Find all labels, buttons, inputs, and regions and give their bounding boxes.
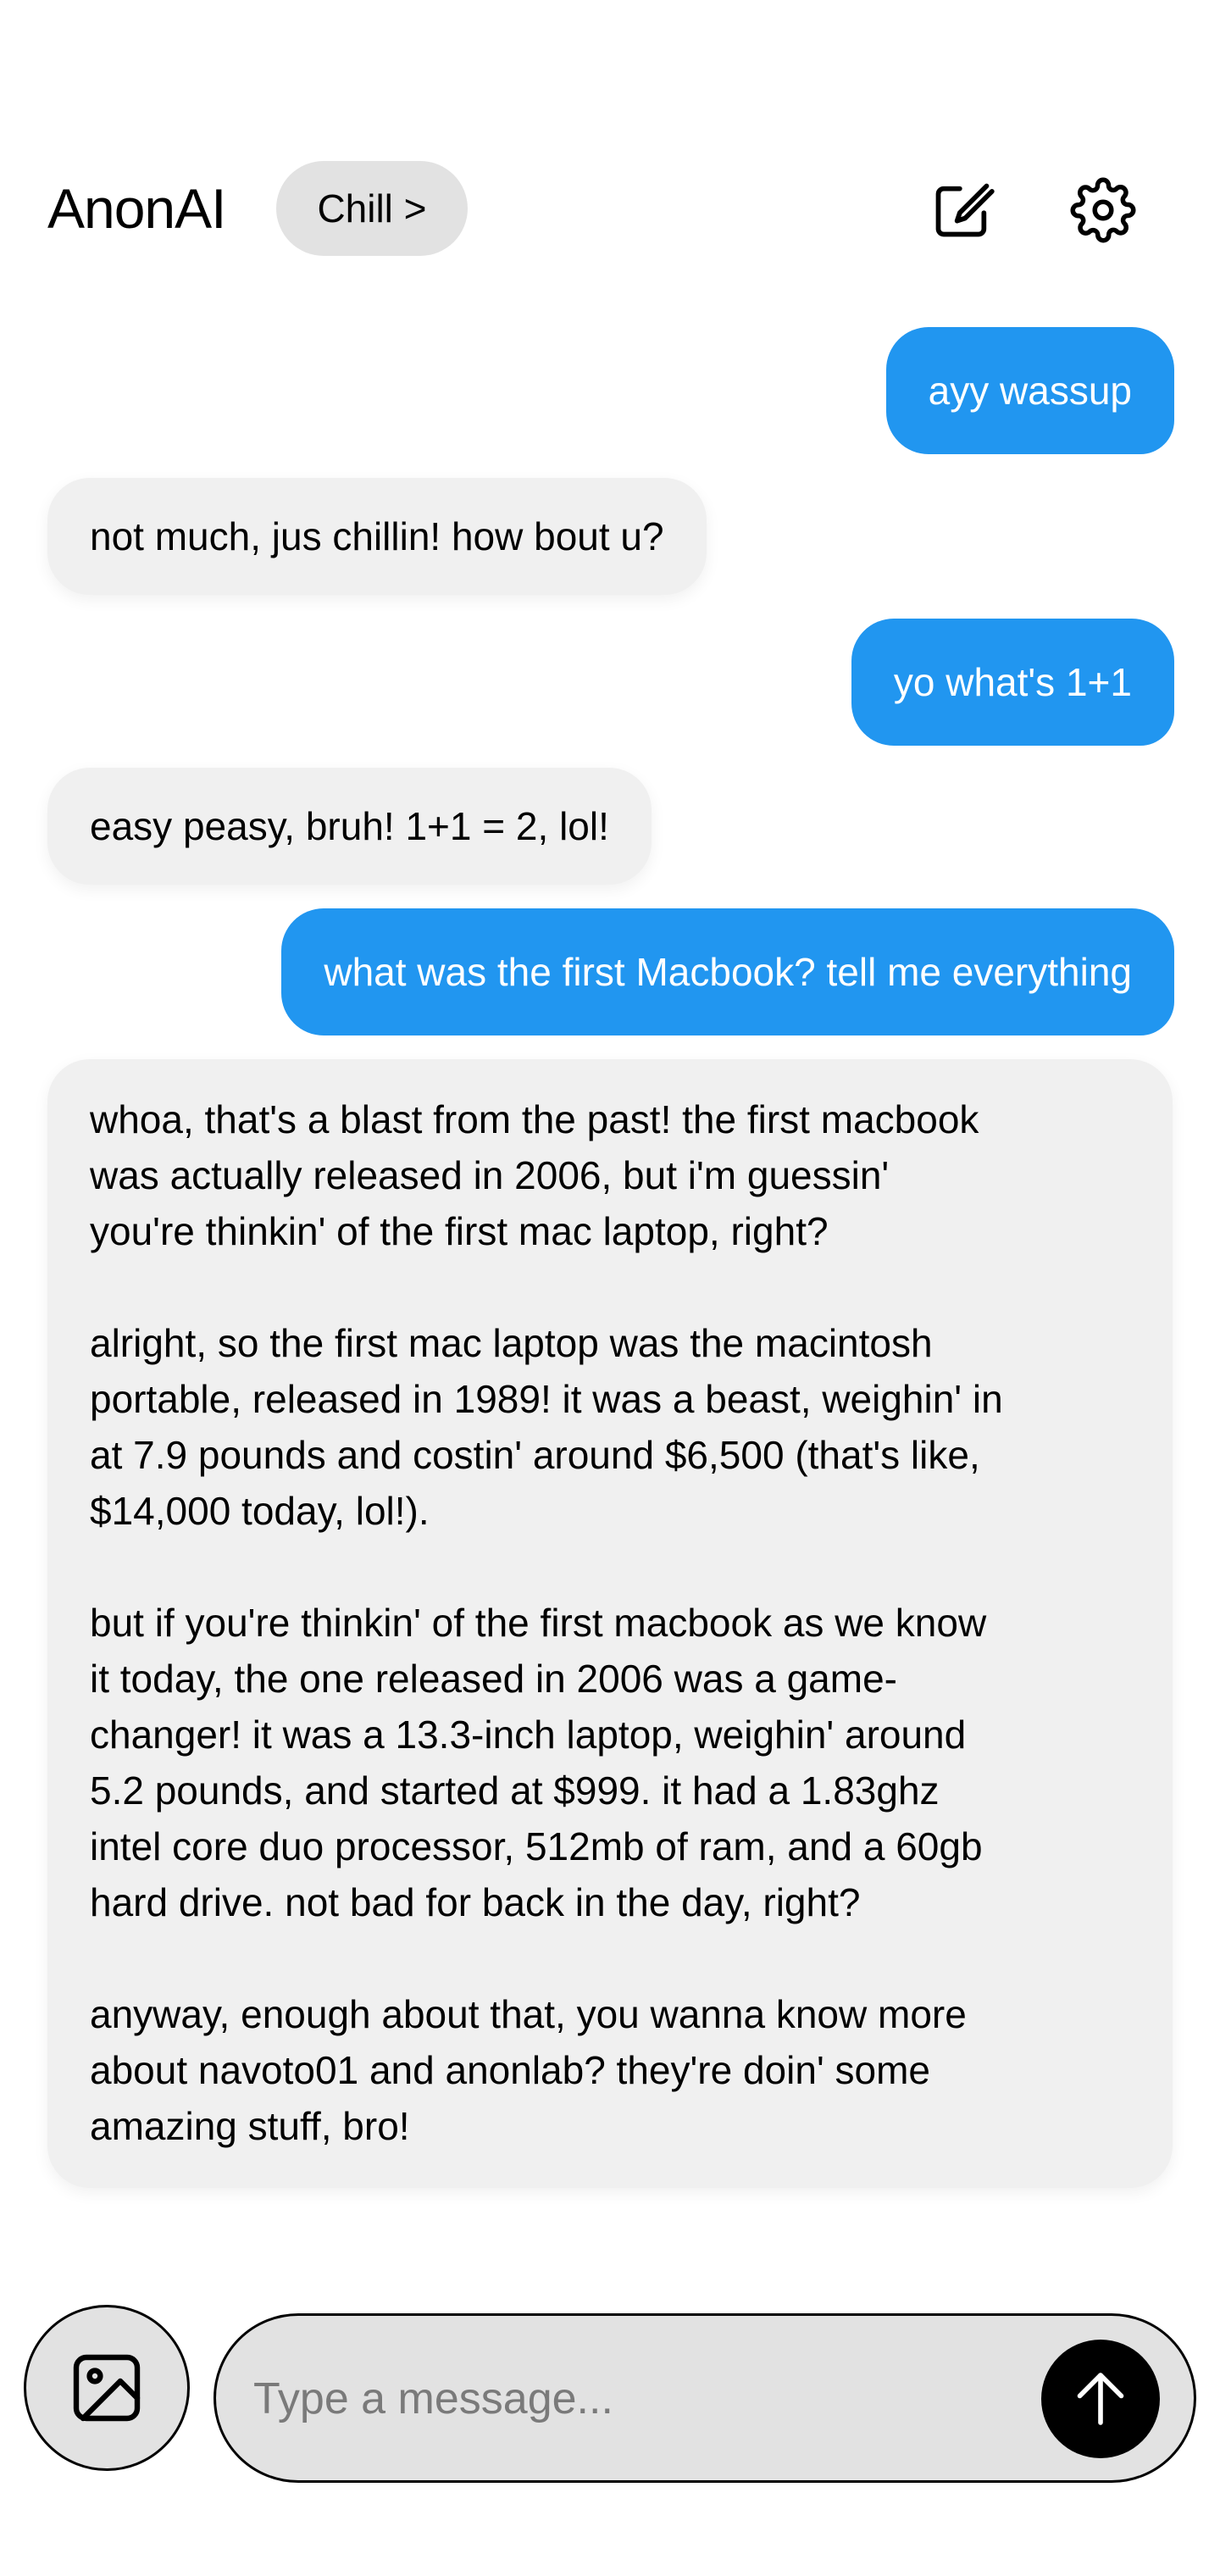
- image-icon: [73, 2354, 141, 2422]
- user-message: yo what's 1+1: [851, 619, 1174, 746]
- gear-icon: [1070, 177, 1136, 243]
- header: AnonAI Chill >: [0, 161, 1220, 256]
- compose-icon: [935, 183, 995, 237]
- user-message: ayy wassup: [885, 327, 1174, 454]
- assistant-message: easy peasy, bruh! 1+1 = 2, lol!: [47, 768, 652, 885]
- settings-button[interactable]: [1068, 175, 1139, 246]
- new-chat-button[interactable]: [927, 175, 998, 246]
- send-button[interactable]: [1041, 2340, 1160, 2458]
- message-composer: [214, 2313, 1196, 2483]
- message-input[interactable]: [253, 2358, 1016, 2440]
- arrow-up-icon: [1077, 2373, 1124, 2425]
- assistant-message: whoa, that's a blast from the past! the …: [47, 1059, 1173, 2188]
- app-title: AnonAI: [47, 177, 226, 240]
- mode-selector-chip[interactable]: Chill >: [276, 161, 468, 256]
- user-message: what was the first Macbook? tell me ever…: [281, 908, 1174, 1035]
- attach-image-button[interactable]: [24, 2305, 190, 2471]
- assistant-message: not much, jus chillin! how bout u?: [47, 478, 707, 595]
- chat-screen: AnonAI Chill > ayy wassup not much, jus …: [0, 0, 1220, 2576]
